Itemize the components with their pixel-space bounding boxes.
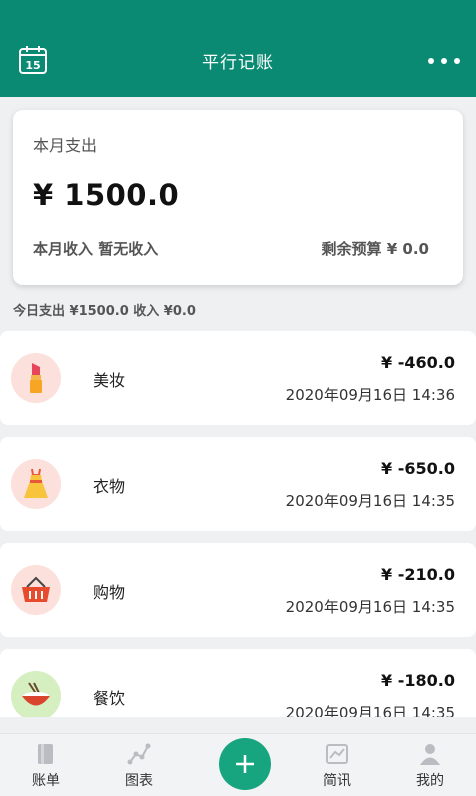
- item-category: 衣物: [93, 477, 126, 496]
- today-summary: 今日支出 ¥1500.0 收入 ¥0.0: [13, 304, 196, 319]
- dress-icon: [11, 459, 61, 509]
- item-time: 2020年09月16日 14:35: [285, 598, 455, 616]
- list-item[interactable]: 美妆 ¥ -460.0 2020年09月16日 14:36: [0, 331, 476, 425]
- list-item[interactable]: 衣物 ¥ -650.0 2020年09月16日 14:35: [0, 437, 476, 531]
- summary-title: 本月支出: [33, 136, 98, 155]
- page-title: 平行记账: [202, 53, 274, 73]
- news-icon: [326, 744, 348, 764]
- tab-label: 账单: [32, 773, 60, 789]
- tab-news[interactable]: 简讯: [302, 734, 372, 796]
- add-record-button[interactable]: [219, 738, 271, 790]
- item-category: 购物: [93, 583, 126, 602]
- more-dot-icon: [441, 58, 447, 64]
- item-category: 美妆: [93, 371, 126, 390]
- lipstick-icon: [11, 353, 61, 403]
- item-amount: ¥ -210.0: [381, 565, 455, 584]
- tab-bill[interactable]: 账单: [11, 734, 81, 796]
- plus-icon: [236, 755, 254, 773]
- item-time: 2020年09月16日 14:36: [285, 386, 455, 404]
- list-item[interactable]: 购物 ¥ -210.0 2020年09月16日 14:35: [0, 543, 476, 637]
- monthly-expense-amount: ¥ 1500.0: [33, 178, 180, 212]
- item-amount: ¥ -650.0: [381, 459, 455, 478]
- app-header: 15 平行记账: [0, 0, 476, 97]
- food-bowl-icon: [11, 671, 61, 717]
- profile-icon: [420, 744, 440, 765]
- item-amount: ¥ -460.0: [381, 353, 455, 372]
- more-dot-icon: [428, 58, 434, 64]
- monthly-income: 本月收入 暂无收入: [33, 240, 159, 258]
- item-category: 餐饮: [93, 689, 126, 708]
- bill-icon: [38, 744, 53, 764]
- record-list[interactable]: 美妆 ¥ -460.0 2020年09月16日 14:36 衣物 ¥ -650.…: [0, 331, 476, 717]
- more-menu-button[interactable]: [428, 58, 460, 64]
- chart-icon: [127, 743, 151, 765]
- tab-profile[interactable]: 我的: [395, 734, 465, 796]
- tab-label: 简讯: [323, 773, 351, 789]
- more-dot-icon: [454, 58, 460, 64]
- remaining-budget: 剩余预算 ¥ 0.0: [321, 240, 429, 258]
- shopping-basket-icon: [11, 565, 61, 615]
- tab-chart[interactable]: 图表: [104, 734, 174, 796]
- tab-label: 我的: [416, 773, 444, 789]
- monthly-summary-card: 本月支出 ¥ 1500.0 本月收入 暂无收入 剩余预算 ¥ 0.0: [13, 110, 463, 285]
- item-time: 2020年09月16日 14:35: [285, 492, 455, 510]
- list-item[interactable]: 餐饮 ¥ -180.0 2020年09月16日 14:35: [0, 649, 476, 717]
- item-time: 2020年09月16日 14:35: [285, 704, 455, 717]
- item-amount: ¥ -180.0: [381, 671, 455, 690]
- tab-label: 图表: [125, 773, 153, 789]
